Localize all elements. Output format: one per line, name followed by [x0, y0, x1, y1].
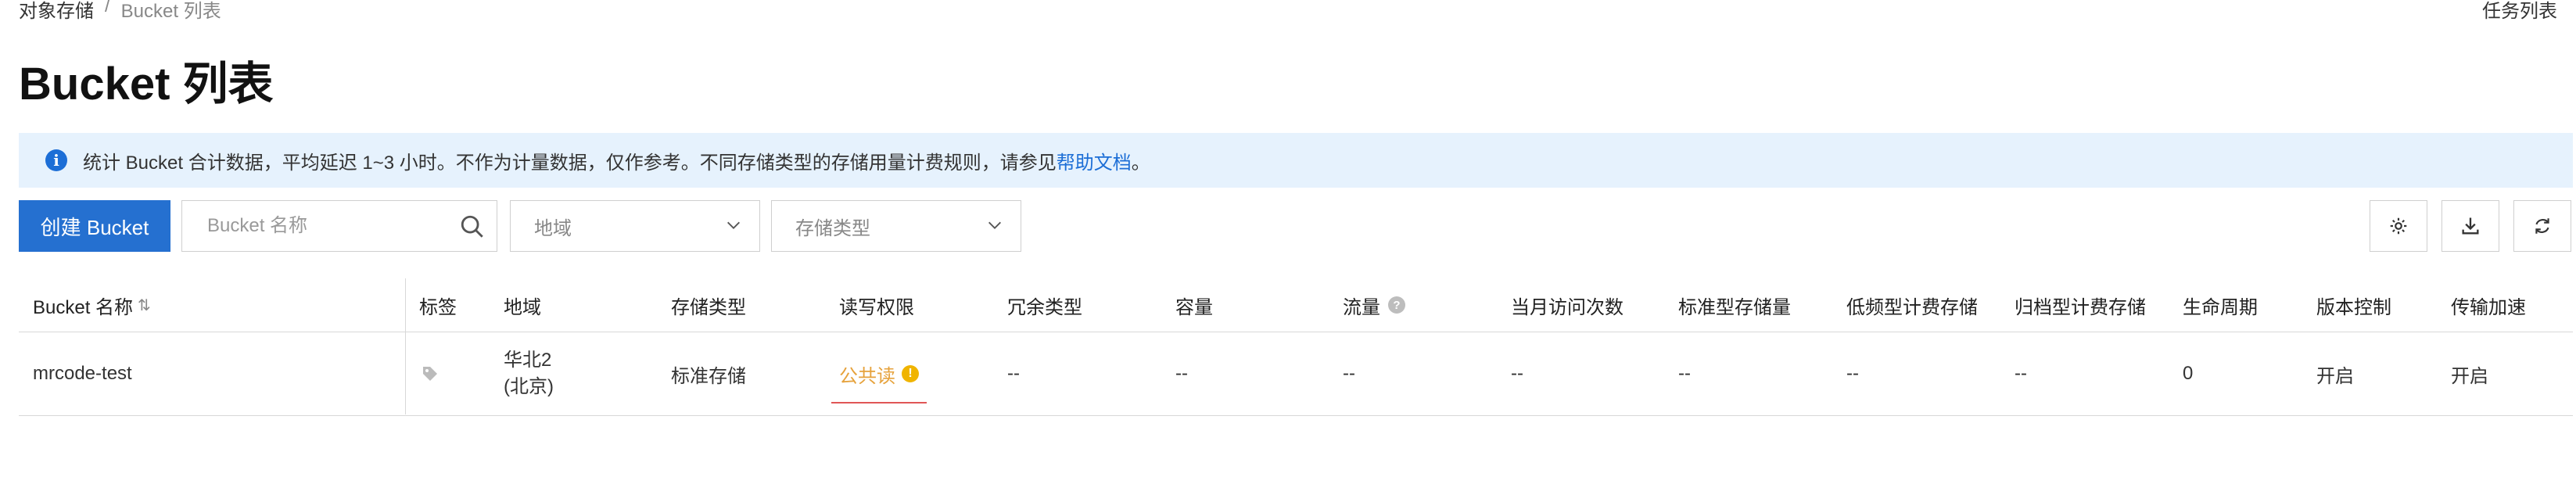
- monthly-visits-cell: --: [1511, 363, 1523, 384]
- breadcrumb-separator: /: [105, 0, 110, 16]
- header-acl: 读写权限: [839, 296, 914, 318]
- chevron-down-icon: [988, 221, 1001, 229]
- header-transfer-acceleration: 传输加速: [2451, 296, 2526, 318]
- chevron-down-icon: [727, 221, 740, 229]
- acl-cell: 公共读 !: [831, 332, 927, 415]
- versioning-link[interactable]: 开启: [2316, 332, 2354, 415]
- help-doc-link[interactable]: 帮助文档: [1057, 147, 1132, 174]
- lifecycle-link[interactable]: 0: [2183, 332, 2193, 415]
- tag-icon[interactable]: [421, 364, 439, 383]
- toolbar: 创建 Bucket 地域 存储类型: [19, 200, 2573, 252]
- download-icon: [2462, 217, 2479, 235]
- page-title: Bucket 列表: [19, 59, 274, 109]
- table-row: mrcode-test 华北2 (北京) 标准存储 公共读 ! -- -- --…: [19, 332, 2573, 416]
- storage-type-cell: 标准存储: [671, 365, 746, 387]
- download-button[interactable]: [2441, 200, 2499, 252]
- header-storage-type: 存储类型: [671, 296, 746, 318]
- transfer-acceleration-link[interactable]: 开启: [2451, 332, 2488, 415]
- bucket-table: Bucket 名称 ⇅ 标签 地域 存储类型 读写权限 冗余类型 容量 流量 ?…: [19, 278, 2573, 416]
- settings-button[interactable]: [2370, 200, 2427, 252]
- notice-suffix: 。: [1131, 152, 1150, 174]
- region-select[interactable]: 地域: [510, 200, 760, 252]
- breadcrumb-root[interactable]: 对象存储: [19, 0, 94, 23]
- bucket-search[interactable]: [181, 200, 497, 252]
- header-ia-storage: 低频型计费存储: [1846, 296, 1978, 318]
- acl-badge[interactable]: 公共读 !: [831, 360, 927, 403]
- header-tags: 标签: [419, 296, 457, 318]
- header-label: 流量: [1343, 296, 1380, 318]
- warning-icon: !: [902, 365, 919, 382]
- header-monthly-visits: 当月访问次数: [1511, 296, 1623, 318]
- refresh-icon: [2535, 218, 2549, 234]
- header-traffic: 流量 ?: [1343, 278, 1405, 332]
- header-capacity: 容量: [1175, 296, 1213, 318]
- tag-cell: [421, 332, 439, 415]
- region-line1: 华北2: [504, 350, 552, 371]
- sort-icon[interactable]: ⇅: [138, 296, 151, 315]
- header-region: 地域: [504, 296, 541, 318]
- refresh-button[interactable]: [2513, 200, 2571, 252]
- create-bucket-button[interactable]: 创建 Bucket: [19, 200, 170, 252]
- capacity-cell: --: [1175, 363, 1188, 384]
- header-versioning: 版本控制: [2316, 296, 2391, 318]
- header-redundancy: 冗余类型: [1007, 296, 1082, 318]
- info-icon: i: [45, 149, 67, 171]
- archive-storage-cell: --: [2015, 363, 2027, 384]
- header-standard-storage: 标准型存储量: [1678, 296, 1791, 318]
- gear-icon: [2390, 217, 2407, 235]
- bucket-search-input[interactable]: [206, 214, 451, 238]
- standard-storage-cell: --: [1678, 363, 1691, 384]
- acl-label: 公共读: [839, 365, 895, 387]
- header-bucket-name[interactable]: Bucket 名称 ⇅: [33, 278, 151, 332]
- header-label: Bucket 名称: [33, 296, 134, 318]
- traffic-cell: --: [1343, 363, 1355, 384]
- redundancy-cell: --: [1007, 363, 1020, 384]
- breadcrumb: 对象存储 / Bucket 列表: [19, 0, 221, 23]
- header-lifecycle: 生命周期: [2183, 296, 2258, 318]
- region-line2: (北京): [504, 376, 554, 397]
- storage-type-select-placeholder: 存储类型: [795, 217, 870, 239]
- ia-storage-cell: --: [1846, 363, 1859, 384]
- storage-type-select[interactable]: 存储类型: [771, 200, 1021, 252]
- help-icon[interactable]: ?: [1388, 296, 1405, 314]
- header-archive-storage: 归档型计费存储: [2015, 296, 2146, 318]
- task-list-link[interactable]: 任务列表: [2482, 0, 2557, 23]
- breadcrumb-current: Bucket 列表: [120, 1, 221, 22]
- info-notice: i 统计 Bucket 合计数据，平均延迟 1~3 小时。不作为计量数据，仅作参…: [19, 133, 2573, 188]
- region-select-placeholder: 地域: [534, 217, 572, 239]
- table-header: Bucket 名称 ⇅ 标签 地域 存储类型 读写权限 冗余类型 容量 流量 ?…: [19, 278, 2573, 332]
- search-icon[interactable]: [459, 213, 486, 240]
- bucket-name-link[interactable]: mrcode-test: [33, 332, 132, 415]
- notice-text: 统计 Bucket 合计数据，平均延迟 1~3 小时。不作为计量数据，仅作参考。…: [83, 152, 1057, 174]
- region-cell: 华北2 (北京): [504, 332, 554, 415]
